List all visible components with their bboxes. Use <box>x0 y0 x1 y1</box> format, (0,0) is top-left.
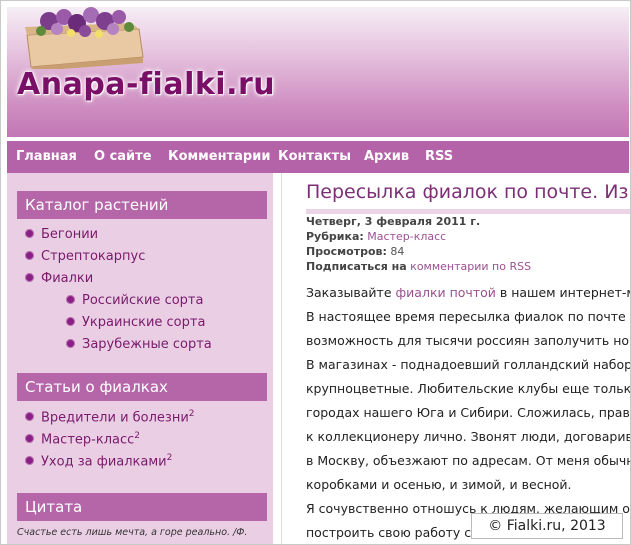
copyright-watermark: © Fialki.ru, 2013 <box>471 513 623 539</box>
sidebar: Каталог растений Бегонии Стрептокарпус Ф… <box>7 173 273 544</box>
quote-heading: Цитата <box>17 493 267 521</box>
sidebar-item-label: Зарубежные сорта <box>82 337 212 352</box>
sidebar-item-ukrainian-varieties[interactable]: Украинские сорта <box>66 315 205 330</box>
paragraph-line: к коллекционеру лично. Звонят люди, дого… <box>306 429 631 444</box>
bullet-icon <box>66 295 75 304</box>
sidebar-item-russian-varieties[interactable]: Российские сорта <box>66 293 203 308</box>
bullet-icon <box>25 229 34 238</box>
violets-by-mail-link[interactable]: фиалки почтой <box>396 285 496 300</box>
bullet-icon <box>25 273 34 282</box>
violets-in-box-icon[interactable] <box>19 7 169 71</box>
nav-item-home[interactable]: Главная <box>16 149 77 164</box>
bullet-icon <box>25 412 34 422</box>
sidebar-item-streptocarpus[interactable]: Стрептокарпус <box>25 249 145 264</box>
post-title[interactable]: Пересылка фиалок по почте. Из <box>306 181 629 203</box>
rubric-link[interactable]: Мастер-класс <box>367 230 446 243</box>
articles-heading: Статьи о фиалках <box>17 373 267 401</box>
post-count: 2 <box>134 431 141 441</box>
title-divider <box>306 209 630 214</box>
paragraph-line: в Москву, объезжают по адресам. От меня … <box>306 453 631 468</box>
post-rubric: Рубрика: Мастер-класс <box>306 230 447 243</box>
post-count: 2 <box>188 409 195 419</box>
post-content: Пересылка фиалок по почте. Из Четверг, 3… <box>281 173 631 544</box>
post-count: 2 <box>166 453 173 463</box>
paragraph-line: коробками и осенью, и зимой, и весной. <box>306 477 572 492</box>
sidebar-item-pests[interactable]: Вредители и болезни2 <box>25 409 195 425</box>
paragraph-line: В настоящее время пересылка фиалок по по… <box>306 309 626 324</box>
sidebar-item-foreign-varieties[interactable]: Зарубежные сорта <box>66 337 212 352</box>
nav-item-comments[interactable]: Комментарии <box>168 149 270 164</box>
sidebar-item-label: Украинские сорта <box>82 315 206 330</box>
paragraph-line: городах нашего Юга и Сибири. Сложилась, … <box>306 405 631 420</box>
site-title[interactable]: Anapa-fialki.ru <box>17 67 275 102</box>
rss-comments-link[interactable]: комментарии по RSS <box>410 260 531 273</box>
page-frame: Anapa-fialki.ru Главная О сайте Коммента… <box>0 0 631 545</box>
paragraph-line: В магазинах - поднадоевший голландский н… <box>306 357 631 372</box>
site-header: Anapa-fialki.ru <box>7 7 629 137</box>
sidebar-item-violets[interactable]: Фиалки <box>25 271 93 286</box>
post-date: Четверг, 3 февраля 2011 г. <box>306 215 481 228</box>
sidebar-item-label: Уход за фиалками <box>41 454 167 470</box>
post-views: Просмотров: 84 <box>306 245 405 258</box>
nav-item-rss[interactable]: RSS <box>425 149 453 164</box>
post-subscribe: Подписаться на комментарии по RSS <box>306 260 532 273</box>
quote-text: Счастье есть лишь мечта, а горе реально.… <box>17 527 248 538</box>
bullet-icon <box>66 317 75 326</box>
sidebar-item-label: Бегонии <box>41 227 99 242</box>
sidebar-item-label: Российские сорта <box>82 293 204 308</box>
sidebar-item-master-class[interactable]: Мастер-класс2 <box>25 431 140 447</box>
sidebar-item-label: Мастер-класс <box>41 432 135 448</box>
sidebar-item-label: Фиалки <box>41 271 94 286</box>
paragraph-line: крупноцветные. Любительские клубы еще то… <box>306 381 631 396</box>
nav-item-about[interactable]: О сайте <box>94 149 152 164</box>
nav-item-contacts[interactable]: Контакты <box>278 149 351 164</box>
paragraph-line: возможность для тысячи россиян заполучит… <box>306 333 631 348</box>
bullet-icon <box>66 339 75 348</box>
bullet-icon <box>25 456 34 466</box>
bullet-icon <box>25 434 34 444</box>
paragraph-line: построить свою работу с <box>306 525 472 540</box>
views-count: 84 <box>390 245 405 258</box>
main-navigation: Главная О сайте Комментарии Контакты Арх… <box>7 139 629 173</box>
sidebar-item-care[interactable]: Уход за фиалками2 <box>25 453 172 469</box>
sidebar-item-begonias[interactable]: Бегонии <box>25 227 98 242</box>
sidebar-item-label: Вредители и болезни <box>41 410 189 426</box>
catalog-heading: Каталог растений <box>17 191 267 219</box>
sidebar-item-label: Стрептокарпус <box>41 249 146 264</box>
paragraph-line: Заказывайте фиалки почтой в нашем интерн… <box>306 285 631 300</box>
nav-item-archive[interactable]: Архив <box>364 149 409 164</box>
bullet-icon <box>25 251 34 260</box>
